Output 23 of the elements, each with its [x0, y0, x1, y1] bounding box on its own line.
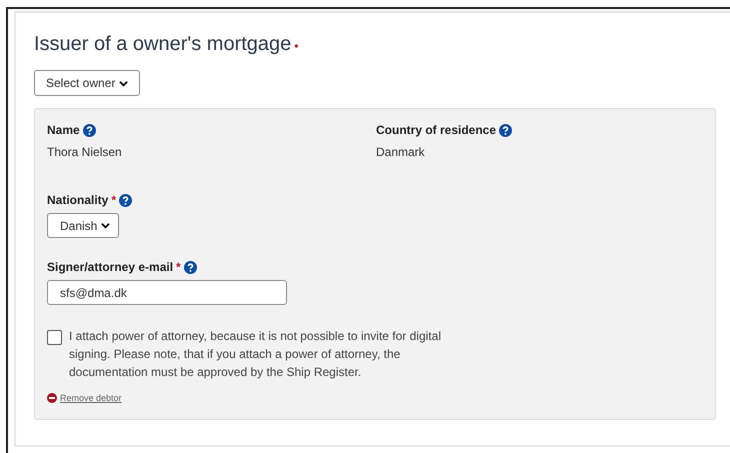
- caret-icon: [101, 222, 110, 229]
- checkbox[interactable]: [47, 330, 62, 345]
- help-icon[interactable]: [82, 124, 96, 136]
- caret-icon: [119, 80, 128, 86]
- help-icon[interactable]: [119, 194, 132, 206]
- remove-icon: [47, 393, 57, 403]
- help-icon[interactable]: [499, 124, 512, 136]
- field-value: Thora Nielsen: [47, 145, 123, 159]
- field-value: Danmark: [376, 145, 426, 159]
- required-mark: *: [176, 260, 181, 274]
- field-label: Nationality: [47, 193, 108, 207]
- field-label: Signer/attorney e-mail: [47, 260, 174, 274]
- nationality-dropdown[interactable]: Danish: [47, 213, 120, 238]
- required-mark: •: [294, 39, 298, 53]
- required-mark: *: [111, 193, 116, 207]
- field-label: Name: [47, 123, 80, 137]
- section-title: Issuer of a owner's mortgage: [34, 33, 292, 56]
- field-label: Country of residence: [376, 123, 496, 137]
- remove-debtor-link[interactable]: Remove debtor: [60, 393, 122, 403]
- checkbox-label: I attach power of attorney, because it is not possible to invite for digital signing. Please note, that if you attach a power of attorney, the documentation must be approved by the Ship Register.: [69, 328, 442, 381]
- email-field[interactable]: sfs@dma.dk: [47, 280, 287, 305]
- owner-dropdown[interactable]: Select owner: [34, 70, 140, 96]
- help-icon[interactable]: [184, 260, 197, 274]
